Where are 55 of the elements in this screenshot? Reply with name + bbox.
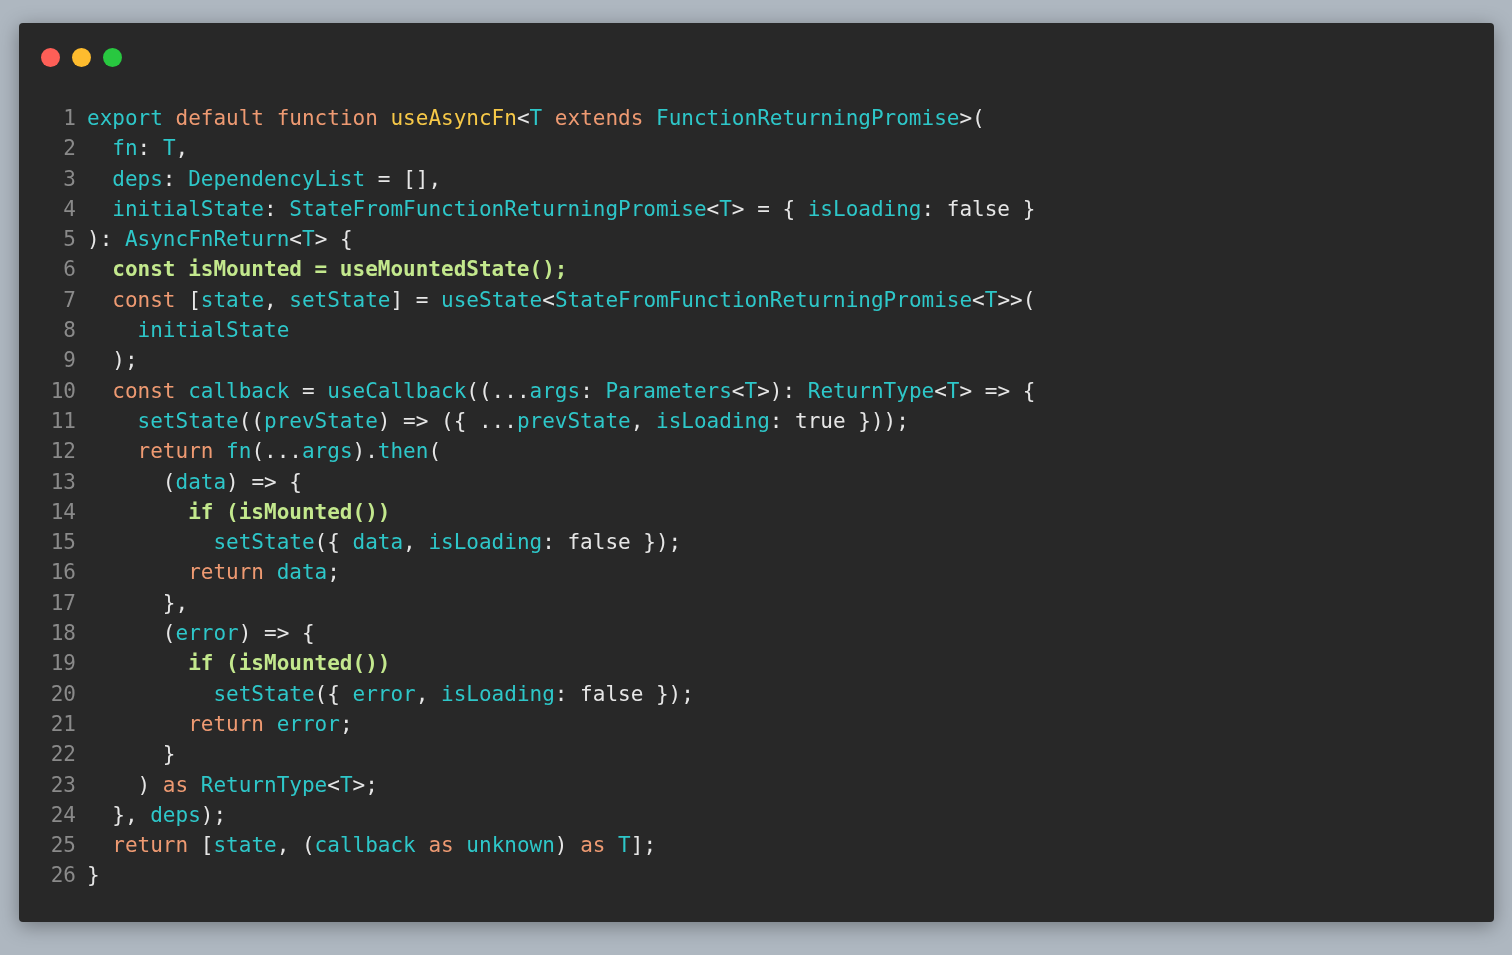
code-line: return error;: [187, 710, 353, 738]
line-number: 12: [49, 438, 77, 466]
line-number: 6: [62, 256, 77, 284]
line-number: 5: [62, 226, 77, 254]
line-number: 11: [49, 407, 77, 435]
line-number: 4: [62, 195, 77, 223]
code-line: setState((prevState) => ({ ...prevState, isLoading: true }));: [136, 407, 909, 435]
minimize-icon[interactable]: [72, 48, 91, 67]
line-number: 20: [49, 680, 77, 708]
line-number: 23: [49, 771, 77, 799]
line-number: 13: [49, 468, 77, 496]
code-line: return fn(...args).then(: [136, 438, 442, 466]
line-number: 15: [49, 529, 77, 557]
line-number: 17: [49, 589, 77, 617]
close-icon[interactable]: [41, 48, 60, 67]
line-number: 2: [62, 135, 77, 163]
line-number: 21: [49, 710, 77, 738]
code-line: deps: DependencyList = [],: [111, 165, 442, 193]
code-line: ): AsyncFnReturn<T> {: [87, 226, 353, 254]
line-number: 16: [49, 559, 77, 587]
line-number: 1: [62, 105, 77, 132]
code-line: if (isMounted()): [187, 498, 391, 526]
code-line: const [state, setState] = useState<StateFromFunctionReturningPromise<T>>(: [111, 286, 1036, 314]
line-number: 9: [62, 347, 77, 375]
line-number: 18: [49, 620, 77, 648]
code-line: return [state, (callback as unknown) as T];: [111, 832, 657, 860]
line-number: 7: [62, 286, 77, 314]
code-line: (error) => {: [161, 620, 315, 648]
code-line: const isMounted = useMountedState();: [111, 256, 568, 284]
code-line: }, deps);: [111, 801, 227, 829]
code-line: }: [161, 741, 176, 769]
code-line: setState({ data, isLoading: false });: [212, 529, 682, 557]
line-number: 8: [62, 317, 77, 345]
line-number: 19: [49, 650, 77, 678]
code-line: }: [87, 862, 100, 890]
zoom-icon[interactable]: [103, 48, 122, 67]
line-number: 14: [49, 498, 77, 526]
line-number: 24: [49, 801, 77, 829]
code-line: export default function useAsyncFn<T extends FunctionReturningPromise>(: [87, 105, 985, 132]
line-number: 26: [49, 862, 77, 890]
code-line: );: [111, 347, 138, 375]
code-line: },: [161, 589, 189, 617]
code-line: fn: T,: [111, 135, 189, 163]
code-line: return data;: [187, 559, 340, 587]
line-number: 25: [49, 832, 77, 860]
line-number: 3: [62, 165, 77, 193]
code-line: (data) => {: [161, 468, 302, 496]
code-line: ) as ReturnType<T>;: [136, 771, 378, 799]
code-line: initialState: [136, 317, 290, 345]
code-line: const callback = useCallback((...args: Parameters<T>): ReturnType<T> => {: [111, 377, 1036, 405]
code-line: setState({ error, isLoading: false });: [212, 680, 694, 708]
line-number: 22: [49, 741, 77, 769]
code-line: initialState: StateFromFunctionReturningPromise<T> = { isLoading: false }: [111, 195, 1036, 223]
line-number: 10: [49, 377, 77, 405]
code-line: if (isMounted()): [187, 650, 391, 678]
